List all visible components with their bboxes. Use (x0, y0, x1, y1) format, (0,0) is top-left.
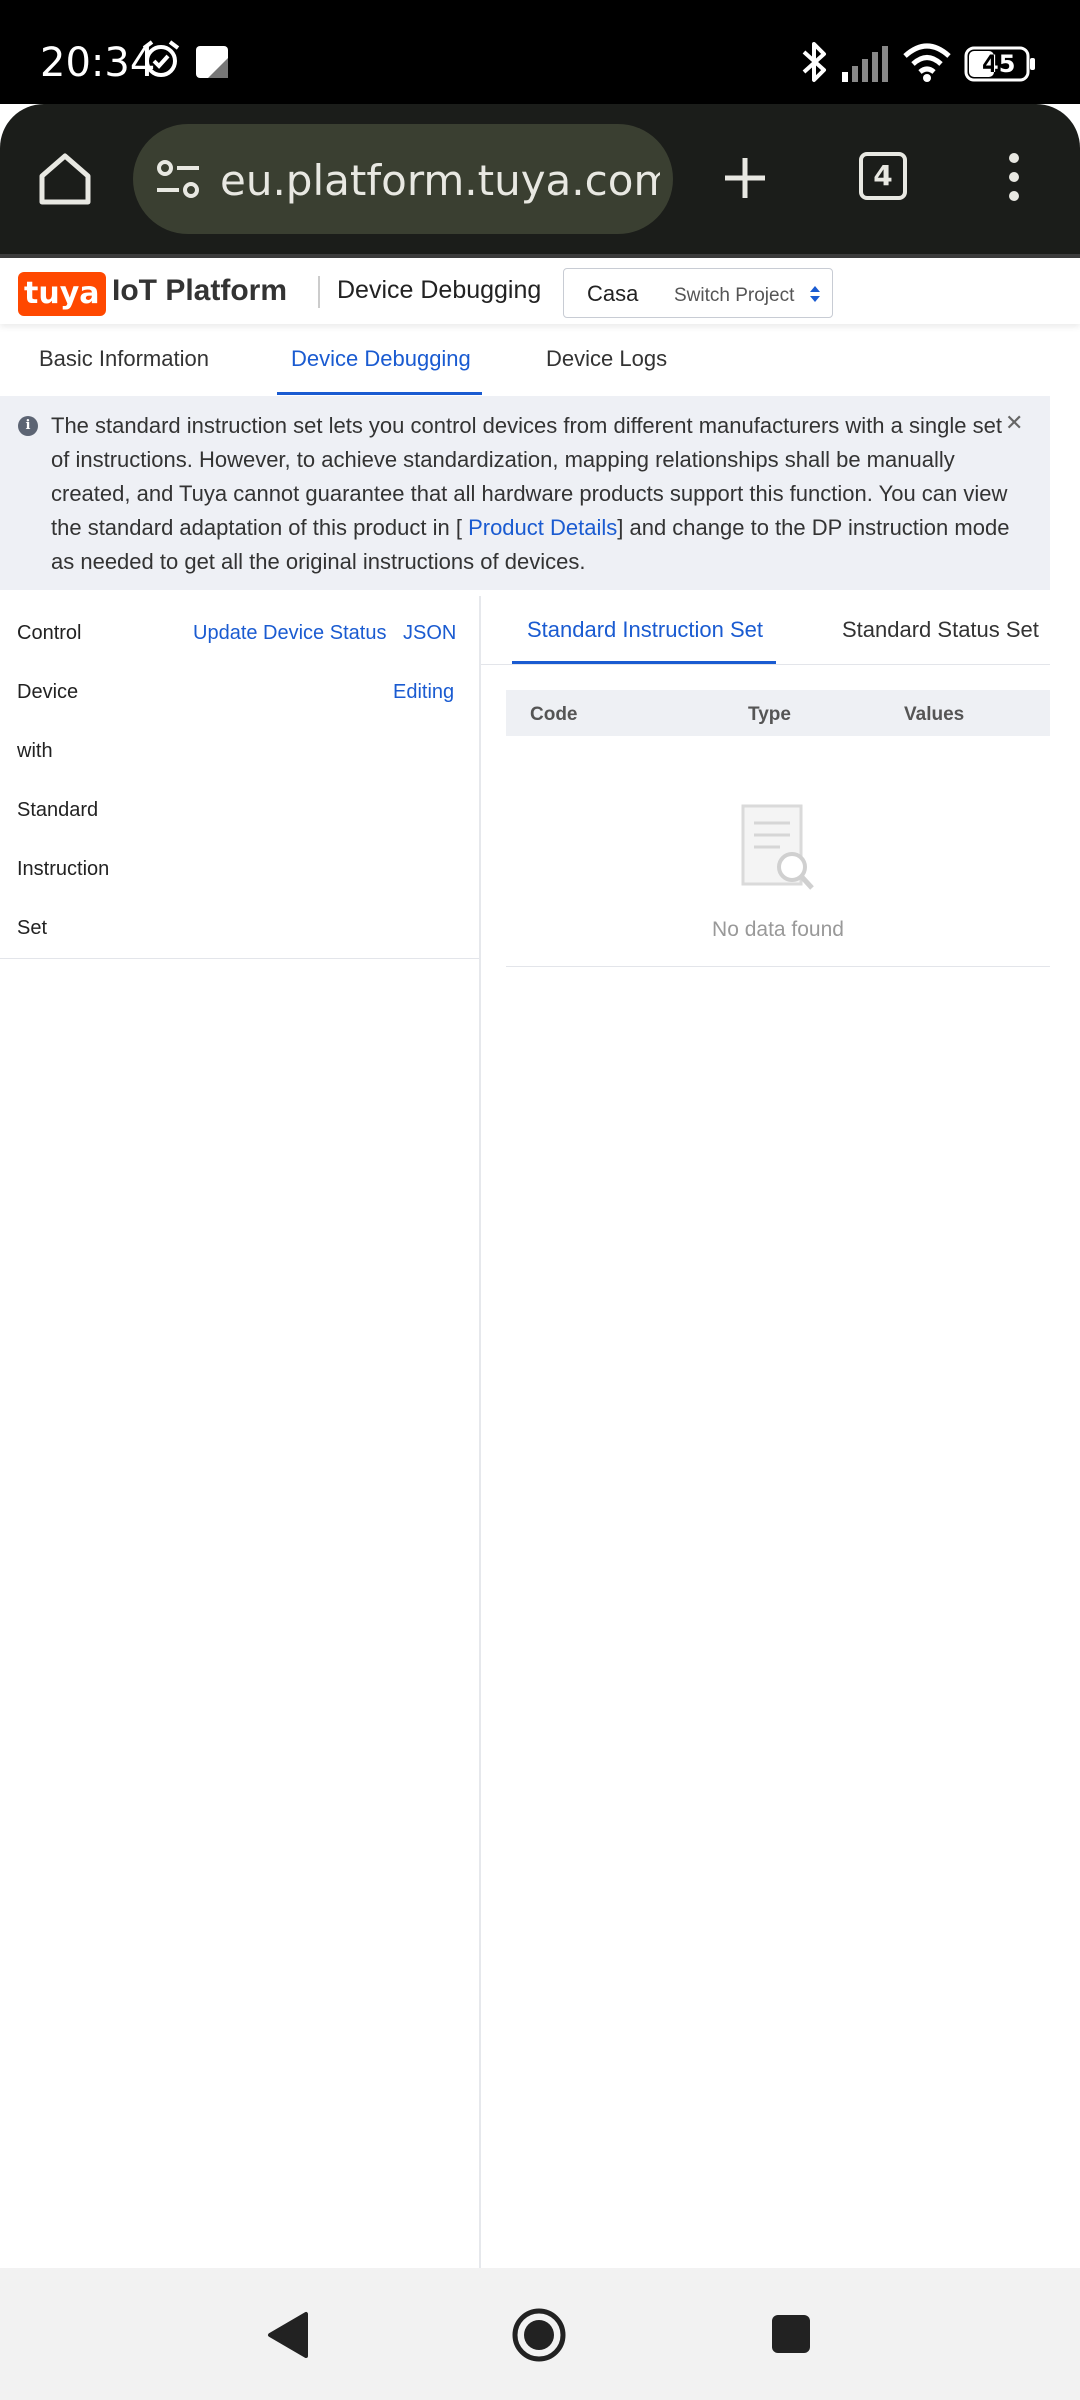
recents-icon[interactable] (770, 2313, 812, 2360)
info-icon: i (18, 416, 38, 436)
product-details-link[interactable]: Product Details (468, 515, 617, 540)
project-name: Casa (587, 281, 639, 306)
new-tab-icon[interactable] (721, 154, 769, 207)
home-icon[interactable] (36, 150, 94, 213)
navigation-bar (0, 2268, 1080, 2400)
table-header: Code Type Values (506, 690, 1050, 736)
editing-link[interactable]: Editing (393, 681, 454, 704)
header-divider (318, 276, 320, 308)
tuya-logo[interactable]: tuya (18, 272, 106, 316)
table-bottom-border (506, 966, 1050, 967)
subtab-divider (481, 664, 1050, 665)
update-device-status-link[interactable]: Update Device Status (193, 622, 386, 645)
page-tabs: Basic Information Device Debugging Devic… (0, 324, 1080, 396)
back-icon[interactable] (266, 2310, 310, 2365)
tab-switcher-button[interactable]: 4 (859, 152, 907, 200)
panel-title-word: Control (17, 622, 82, 644)
tab-device-debugging[interactable]: Device Debugging (291, 346, 471, 372)
column-header-code: Code (530, 704, 578, 725)
column-header-type: Type (748, 704, 791, 725)
control-panel: Control Device with Standard Instruction… (0, 596, 479, 959)
battery-level: 45 (982, 50, 1016, 78)
notification-icon (194, 44, 230, 85)
menu-icon[interactable] (1005, 152, 1023, 207)
status-time: 20:34 (40, 40, 156, 86)
switch-project-label: Switch Project (674, 285, 795, 306)
info-alert: i The standard instruction set lets you … (0, 396, 1050, 590)
close-icon[interactable]: ✕ (1005, 410, 1023, 436)
screen: 20:34 45 eu.platform.tuya.com/ 4 tuya Io… (0, 0, 1080, 2400)
bluetooth-icon (800, 40, 830, 89)
tab-device-logs[interactable]: Device Logs (546, 346, 667, 372)
json-link[interactable]: JSON (403, 622, 456, 645)
active-tab-indicator (277, 392, 482, 395)
project-select[interactable]: Casa Switch Project (563, 268, 833, 318)
tab-standard-status-set[interactable]: Standard Status Set (842, 617, 1039, 643)
address-bar[interactable]: eu.platform.tuya.com/ (133, 124, 673, 234)
site-settings-icon[interactable] (155, 158, 201, 205)
alarm-icon (140, 38, 182, 85)
url-text[interactable]: eu.platform.tuya.com/ (220, 156, 660, 205)
wifi-icon (902, 42, 952, 87)
logo-text: tuya (24, 276, 100, 311)
panel-title-word: with (17, 740, 53, 762)
panel-divider (479, 596, 481, 2268)
status-bar: 20:34 45 (0, 0, 1080, 104)
panel-title-word: Device (17, 681, 79, 703)
tab-standard-instruction-set[interactable]: Standard Instruction Set (527, 617, 763, 643)
empty-document-icon (740, 803, 816, 898)
tab-basic-information[interactable]: Basic Information (39, 346, 209, 372)
panel-title-word: Standard (17, 799, 99, 821)
alert-text: The standard instruction set lets you co… (51, 409, 1011, 579)
platform-name: IoT Platform (112, 274, 288, 307)
page-title: Device Debugging (337, 276, 542, 304)
sort-arrows-icon (809, 284, 821, 309)
signal-icon (842, 46, 890, 87)
panel-title-word: Instruction (17, 858, 110, 880)
home-button-icon[interactable] (511, 2307, 567, 2368)
column-header-values: Values (904, 704, 965, 725)
empty-state-text: No data found (712, 918, 844, 941)
app-header: tuya IoT Platform Device Debugging Casa … (0, 258, 1080, 324)
panel-title-word: Set (17, 917, 48, 939)
browser-toolbar: eu.platform.tuya.com/ 4 (0, 104, 1080, 258)
